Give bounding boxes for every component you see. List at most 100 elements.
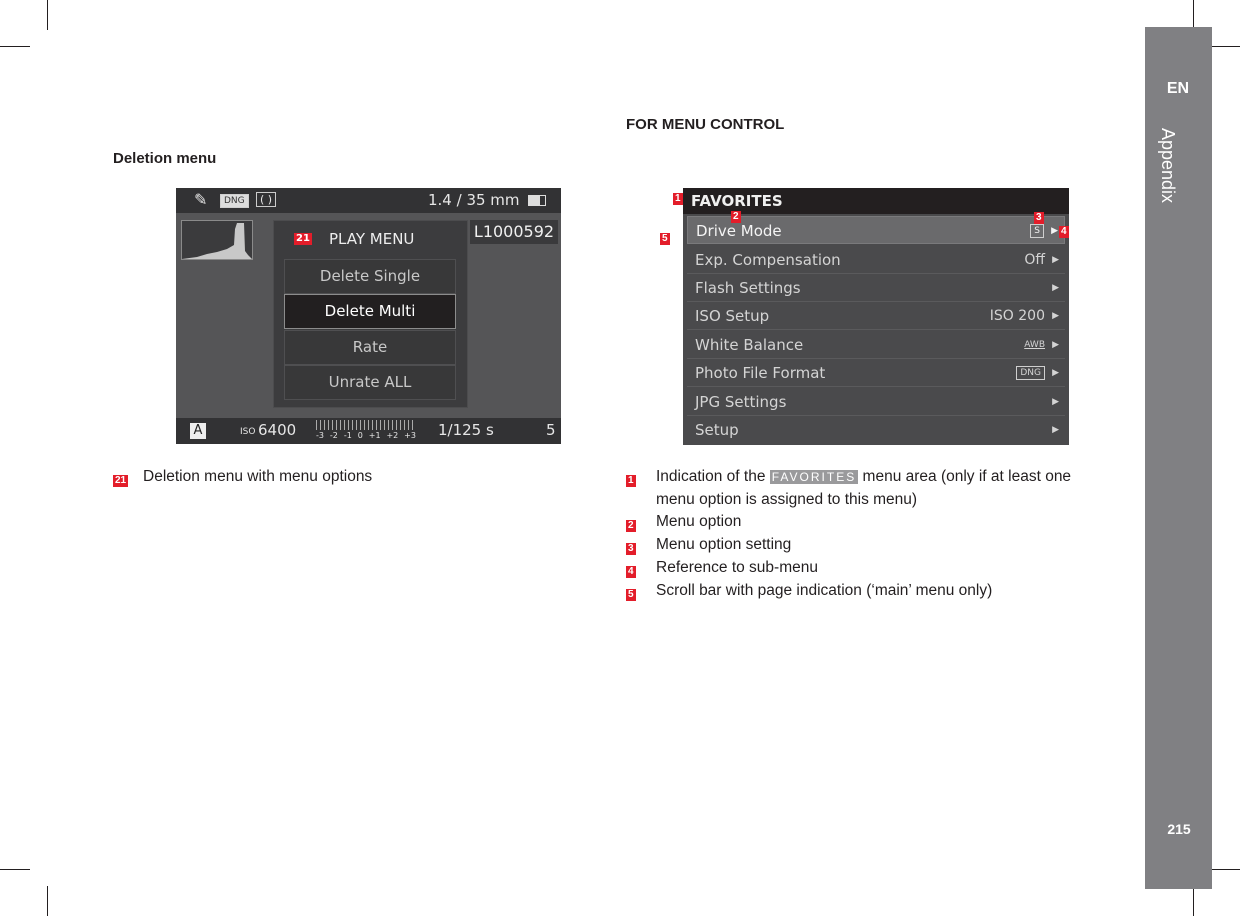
crop-mark [47,886,48,916]
play-menu-title: PLAY MENU [329,230,415,248]
file-id: L1000592 [470,220,558,244]
legend-text: Scroll bar with page indication (‘main’ … [656,582,993,599]
legend-text: Menu option [656,513,742,530]
row-value: Off [1024,252,1045,268]
submenu-arrow-icon: ▶ [1052,340,1059,350]
scale-label: -3 [316,431,324,440]
submenu-arrow-icon: ▶ [1052,283,1059,293]
file-format-value: DNG [1016,366,1045,380]
top-status-bar: ✎ DNG ( ) 1.4 / 35 mm [176,188,561,213]
favorites-header: FAVORITES [683,188,1069,214]
crop-mark [0,46,30,47]
legend-item: 1 Indication of the FAVORITES menu area … [626,468,1086,508]
legend-text: Indication of the FAVORITES menu area (o… [656,468,1071,486]
legend-item: 5 Scroll bar with page indication (‘main… [626,582,992,602]
metering-icon: ( ) [256,192,277,207]
lens-info: 1.4 / 35 mm [428,191,520,209]
scale-label: -1 [343,431,352,440]
iso-value: 6400 [258,421,297,439]
menu-option-delete-multi[interactable]: Delete Multi [284,294,456,329]
legend-item: 2 Menu option [626,513,741,533]
legend-text: Menu option setting [656,536,792,553]
scale-label: +2 [386,431,399,440]
submenu-arrow-icon: ▶ [1052,368,1059,378]
crop-mark [0,869,30,870]
menu-row-flash-settings[interactable]: Flash Settings ▶ [687,274,1065,302]
exposure-mode: A [190,423,206,439]
iso-prefix: ISO [240,427,256,437]
exposure-scale [316,420,416,430]
section-label: Appendix [1158,128,1178,204]
callout-badge: 5 [626,589,636,601]
language-label: EN [1166,80,1190,97]
callout-badge: 2 [626,520,636,532]
menu-row-white-balance[interactable]: White Balance AWB ▶ [687,331,1065,359]
legend-text-part: Indication of the [656,468,766,485]
shot-count: 5 [546,421,556,439]
deletion-menu-heading: Deletion menu [113,150,217,167]
menu-row-iso-setup[interactable]: ISO Setup ISO 200 ▶ [687,302,1065,330]
callout-badge: 5 [660,233,670,245]
bottom-status-bar: A ISO 6400 -3 -2 -1 0 +1 +2 +3 1/125 s 5 [176,418,561,444]
menu-option-rate[interactable]: Rate [284,330,456,365]
scale-label: +1 [368,431,381,440]
row-value: ISO 200 [989,308,1045,324]
legend-item: 21 Deletion menu with menu options [113,468,372,488]
menu-row-drive-mode[interactable]: Drive Mode S ▶ [687,216,1065,244]
battery-icon [528,195,546,206]
crop-mark [47,0,48,30]
scale-label: +3 [404,431,416,440]
callout-badge: 21 [294,233,312,245]
play-menu-panel: 21 PLAY MENU Delete Single Delete Multi … [273,220,468,408]
crop-mark [1210,869,1240,870]
callout-badge: 1 [673,193,683,205]
callout-badge: 21 [113,475,129,487]
crop-mark [1193,886,1194,916]
row-label: Setup [695,421,739,439]
page-number: 215 [1167,821,1191,837]
callout-badge: 3 [1034,212,1044,224]
callout-badge: 1 [626,475,636,487]
callout-badge: 2 [731,211,741,223]
menu-row-photo-file-format[interactable]: Photo File Format DNG ▶ [687,359,1065,387]
menu-option-delete-single[interactable]: Delete Single [284,259,456,294]
row-label: White Balance [695,336,804,354]
row-value: AWB [1024,340,1045,350]
favorites-menu-screen: FAVORITES Drive Mode S ▶ Exp. Compensati… [683,188,1069,445]
legend-text-part: menu area (only if at least one [862,468,1072,485]
legend-text: Reference to sub-menu [656,559,818,576]
menu-row-jpg-settings[interactable]: JPG Settings ▶ [687,388,1065,416]
legend-item: 3 Menu option setting [626,536,791,556]
menu-control-heading: FOR MENU CONTROL [626,116,785,133]
row-label: ISO Setup [695,307,770,325]
histogram-graph [182,223,252,259]
callout-badge: 3 [626,543,636,555]
scale-label: -2 [329,431,338,440]
submenu-arrow-icon: ▶ [1051,226,1058,236]
row-label: JPG Settings [695,393,787,411]
row-label: Photo File Format [695,364,826,382]
legend-text-cont: menu option is assigned to this menu) [656,491,918,508]
callout-badge: 4 [1059,226,1069,238]
submenu-arrow-icon: ▶ [1052,397,1059,407]
menu-option-unrate-all[interactable]: Unrate ALL [284,365,456,400]
scale-label: 0 [357,431,363,440]
row-label: Flash Settings [695,279,801,297]
section-tab [1145,27,1212,889]
legend-item: 4 Reference to sub-menu [626,559,818,579]
legend-text: Deletion menu with menu options [143,468,373,485]
pipette-icon: ✎ [194,190,208,209]
callout-badge: 4 [626,566,636,578]
submenu-arrow-icon: ▶ [1052,311,1059,321]
favorites-chip: FAVORITES [769,470,859,484]
drive-mode-value: S [1030,224,1044,238]
exposure-scale-labels: -3 -2 -1 0 +1 +2 +3 [316,431,416,440]
histogram [181,220,253,260]
menu-row-exp-compensation[interactable]: Exp. Compensation Off ▶ [687,246,1065,274]
row-label: Drive Mode [696,222,782,240]
submenu-arrow-icon: ▶ [1052,425,1059,435]
crop-mark [1210,46,1240,47]
menu-row-setup[interactable]: Setup ▶ [687,416,1065,444]
submenu-arrow-icon: ▶ [1052,255,1059,265]
crop-mark [1193,0,1194,30]
